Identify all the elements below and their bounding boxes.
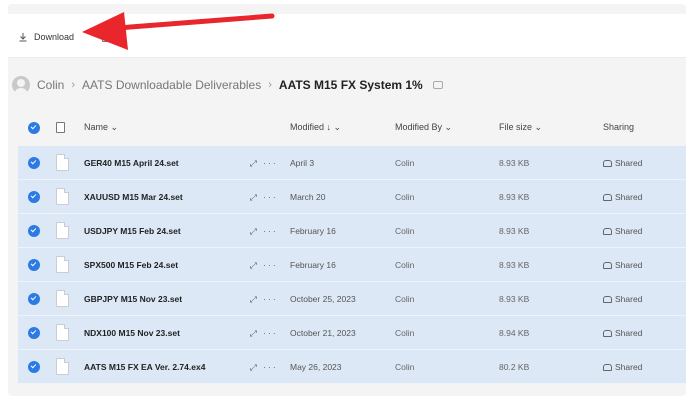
file-size: 8.93 KB: [499, 192, 530, 202]
row-actions[interactable]: ⤢ ···: [250, 226, 278, 237]
table-row[interactable]: GER40 M15 April 24.set ⤢ ··· April 3 Col…: [18, 146, 686, 180]
move-icon: [102, 32, 111, 42]
breadcrumb-current: AATS M15 FX System 1%: [278, 78, 423, 92]
modified-by: Colin: [395, 294, 415, 304]
select-all-checkbox[interactable]: [28, 122, 40, 134]
chevron-right-icon: ›: [268, 79, 272, 91]
file-size: 8.93 KB: [499, 260, 530, 270]
sharing-status[interactable]: Shared: [603, 192, 642, 202]
file-size: 8.93 KB: [499, 158, 530, 168]
col-header-modified[interactable]: Modified ↓ ⌄: [290, 122, 341, 133]
shared-icon: [603, 295, 612, 303]
download-label: Download: [34, 32, 75, 42]
row-checkbox[interactable]: [28, 191, 40, 203]
shared-icon: [603, 193, 612, 201]
modified-date: March 20: [290, 192, 326, 202]
shared-icon: [603, 329, 612, 337]
row-checkbox[interactable]: [28, 327, 40, 339]
table-row[interactable]: XAUUSD M15 Mar 24.set ⤢ ··· March 20 Col…: [18, 180, 686, 214]
file-name[interactable]: SPX500 M15 Feb 24.set: [84, 260, 178, 270]
file-icon: [56, 324, 69, 341]
col-header-modified-by[interactable]: Modified By ⌄: [395, 122, 452, 133]
sharing-status[interactable]: Shared: [603, 328, 642, 338]
file-icon: [56, 358, 69, 375]
command-bar: Download to: [8, 14, 686, 58]
avatar: [12, 76, 30, 94]
shared-icon: [603, 159, 612, 167]
folder-options-icon[interactable]: [432, 81, 443, 89]
file-name[interactable]: NDX100 M15 Nov 23.set: [84, 328, 180, 338]
modified-by: Colin: [395, 158, 415, 168]
sharing-status[interactable]: Shared: [603, 260, 642, 270]
row-checkbox[interactable]: [28, 225, 40, 237]
row-checkbox[interactable]: [28, 259, 40, 271]
breadcrumb-item-deliverables[interactable]: AATS Downloadable Deliverables: [82, 78, 261, 92]
file-name[interactable]: GER40 M15 April 24.set: [84, 158, 179, 168]
table-row[interactable]: NDX100 M15 Nov 23.set ⤢ ··· October 21, …: [18, 316, 686, 350]
modified-date: October 21, 2023: [290, 328, 356, 338]
sharing-status[interactable]: Shared: [603, 158, 642, 168]
modified-by: Colin: [395, 226, 415, 236]
row-actions[interactable]: ⤢ ···: [250, 158, 278, 169]
col-header-sharing[interactable]: Sharing: [603, 122, 634, 132]
sharing-status[interactable]: Shared: [603, 362, 642, 372]
file-icon: [56, 290, 69, 307]
row-actions[interactable]: ⤢ ···: [250, 328, 278, 339]
row-actions[interactable]: ⤢ ···: [250, 192, 278, 203]
shared-icon: [603, 261, 612, 269]
breadcrumb-item-colin[interactable]: Colin: [37, 78, 64, 92]
modified-by: Colin: [395, 260, 415, 270]
table-row[interactable]: USDJPY M15 Feb 24.set ⤢ ··· February 16 …: [18, 214, 686, 248]
file-list: GER40 M15 April 24.set ⤢ ··· April 3 Col…: [18, 146, 686, 384]
col-header-file-size[interactable]: File size ⌄: [499, 122, 542, 133]
file-name[interactable]: XAUUSD M15 Mar 24.set: [84, 192, 183, 202]
row-checkbox[interactable]: [28, 361, 40, 373]
table-row[interactable]: GBPJPY M15 Nov 23.set ⤢ ··· October 25, …: [18, 282, 686, 316]
table-header: Name ⌄ Modified ↓ ⌄ Modified By ⌄ File s…: [18, 114, 686, 142]
table-row[interactable]: SPX500 M15 Feb 24.set ⤢ ··· February 16 …: [18, 248, 686, 282]
download-button[interactable]: Download: [18, 28, 74, 46]
file-icon: [56, 222, 69, 239]
row-actions[interactable]: ⤢ ···: [250, 260, 278, 271]
file-icon: [56, 154, 69, 171]
modified-date: October 25, 2023: [290, 294, 356, 304]
modified-date: February 16: [290, 226, 336, 236]
file-name[interactable]: GBPJPY M15 Nov 23.set: [84, 294, 182, 304]
file-type-icon[interactable]: [56, 122, 65, 133]
table-row[interactable]: AATS M15 FX EA Ver. 2.74.ex4 ⤢ ··· May 2…: [18, 350, 686, 384]
row-checkbox[interactable]: [28, 157, 40, 169]
row-actions[interactable]: ⤢ ···: [250, 294, 278, 305]
modified-date: February 16: [290, 260, 336, 270]
file-icon: [56, 256, 69, 273]
col-header-name[interactable]: Name ⌄: [84, 122, 118, 133]
modified-by: Colin: [395, 192, 415, 202]
file-size: 8.93 KB: [499, 294, 530, 304]
file-name[interactable]: USDJPY M15 Feb 24.set: [84, 226, 181, 236]
chevron-right-icon: ›: [71, 79, 76, 91]
modified-by: Colin: [395, 362, 415, 372]
move-to-button[interactable]: to: [102, 28, 124, 46]
file-size: 80.2 KB: [499, 362, 530, 372]
shared-icon: [603, 227, 612, 235]
file-icon: [56, 188, 69, 205]
move-to-label: to: [116, 32, 124, 42]
sharing-status[interactable]: Shared: [603, 294, 642, 304]
row-checkbox[interactable]: [28, 293, 40, 305]
modified-date: May 26, 2023: [290, 362, 342, 372]
shared-icon: [603, 363, 612, 371]
modified-date: April 3: [290, 158, 315, 168]
file-size: 8.93 KB: [499, 226, 530, 236]
modified-by: Colin: [395, 328, 415, 338]
file-size: 8.94 KB: [499, 328, 530, 338]
sharing-status[interactable]: Shared: [603, 226, 642, 236]
row-actions[interactable]: ⤢ ···: [250, 362, 278, 373]
download-icon: [19, 33, 27, 42]
file-name[interactable]: AATS M15 FX EA Ver. 2.74.ex4: [84, 362, 205, 372]
breadcrumb: Colin › AATS Downloadable Deliverables ›…: [12, 74, 443, 96]
